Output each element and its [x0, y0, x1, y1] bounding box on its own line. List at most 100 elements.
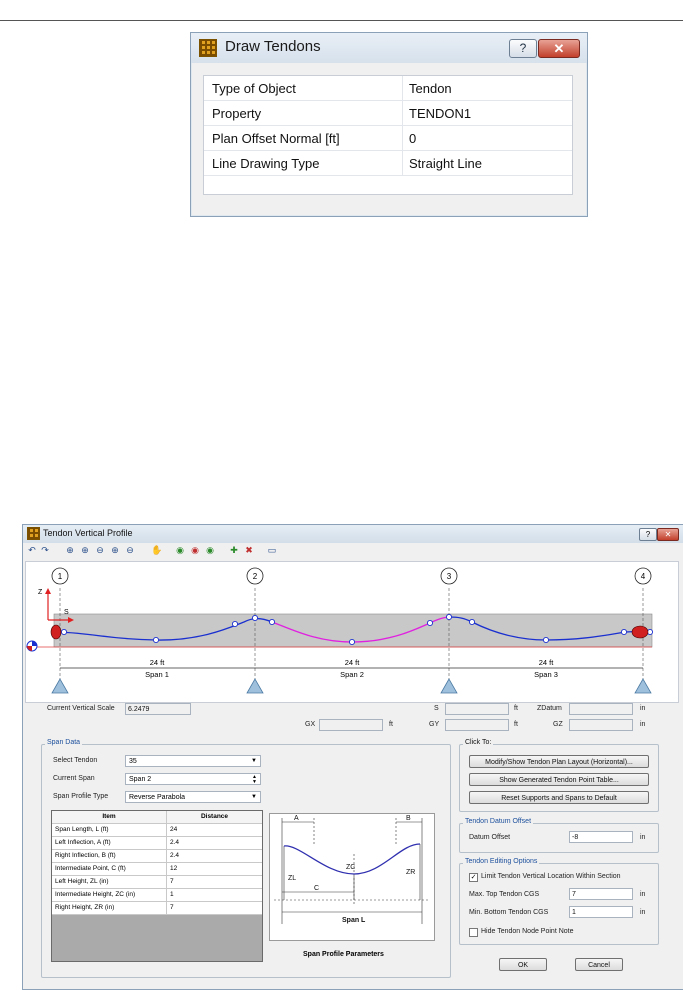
min-cgs-input[interactable]: 1 — [569, 906, 633, 918]
property-value[interactable]: TENDON1 — [409, 106, 471, 121]
s-label: S — [434, 705, 439, 712]
spinner-arrows-icon[interactable]: ▲ ▼ — [252, 775, 257, 785]
datum-offset-unit: in — [640, 834, 646, 841]
gz-unit: in — [640, 721, 646, 728]
hide-node-note-checkbox[interactable] — [469, 928, 478, 937]
view-icon-3[interactable]: ◉ — [205, 545, 215, 555]
dim-l-label: Span L — [342, 917, 366, 924]
current-span-label: Current Span — [53, 775, 95, 782]
reset-supports-button[interactable]: Reset Supports and Spans to Default — [469, 791, 649, 804]
column-header: Item — [102, 813, 116, 820]
support-icon[interactable] — [51, 678, 69, 694]
diagram-caption: Span Profile Parameters — [303, 951, 384, 958]
dim-zc-label: ZC — [346, 864, 355, 871]
close-button[interactable]: ✕ — [538, 39, 580, 58]
redo-icon[interactable]: ↷ — [40, 545, 50, 555]
grid-label: 1 — [58, 572, 63, 581]
datum-offset-title: Tendon Datum Offset — [463, 818, 534, 825]
add-point-icon[interactable]: ✚ — [229, 545, 239, 555]
property-row[interactable]: Property TENDON1 — [204, 101, 572, 126]
grid-label: 2 — [253, 572, 258, 581]
app-icon — [27, 527, 40, 540]
span-length-label: 24 ft — [150, 658, 166, 667]
hide-node-note-label: Hide Tendon Node Point Note — [481, 928, 574, 935]
left-anchor — [50, 624, 62, 640]
refresh-icon[interactable]: ▭ — [267, 545, 277, 555]
property-value[interactable]: Straight Line — [409, 156, 482, 171]
zoom-in-icon[interactable]: ⊕ — [65, 545, 75, 555]
dialog-title: Draw Tendons — [225, 38, 321, 55]
zdatum-label: ZDatum — [537, 705, 562, 712]
plan-layout-button[interactable]: Modify/Show Tendon Plan Layout (Horizont… — [469, 755, 649, 768]
gx-label: GX — [305, 721, 316, 728]
table-row[interactable]: Right Inflection, B (ft) 2.4 — [52, 850, 262, 863]
table-row[interactable]: Right Height, ZR (in) 7 — [52, 902, 262, 915]
property-key: Plan Offset Normal [ft] — [212, 131, 340, 146]
help-button[interactable]: ? — [639, 528, 657, 541]
property-row[interactable]: Plan Offset Normal [ft] 0 — [204, 126, 572, 151]
current-span-spinner[interactable]: Span 2 ▲ ▼ — [125, 773, 261, 785]
draw-tendons-dialog: Draw Tendons ? ✕ Type of Object Tendon P… — [190, 32, 588, 217]
table-row[interactable]: Left Height, ZL (in) 7 — [52, 876, 262, 889]
view-icon-2[interactable]: ◉ — [190, 545, 200, 555]
vertical-scale-field: 6.2479 — [125, 703, 191, 715]
click-to-title: Click To: — [463, 739, 494, 746]
property-row[interactable]: Type of Object Tendon — [204, 76, 572, 101]
max-cgs-unit: in — [640, 891, 646, 898]
view-icon-1[interactable]: ◉ — [175, 545, 185, 555]
right-anchor — [631, 625, 649, 639]
axis-s-label: S — [64, 609, 69, 616]
table-row[interactable]: Left Inflection, A (ft) 2.4 — [52, 837, 262, 850]
dim-zr-label: ZR — [406, 869, 415, 876]
close-button[interactable]: ✕ — [657, 528, 679, 541]
tendon-vertical-profile-dialog: Tendon Vertical Profile ? ✕ ↶ ↷ ⊕ ⊕ ⊖ ⊕ … — [22, 524, 683, 990]
undo-icon[interactable]: ↶ — [27, 545, 37, 555]
dim-zl-label: ZL — [288, 875, 296, 882]
cancel-button[interactable]: Cancel — [575, 958, 623, 971]
min-cgs-label: Min. Bottom Tendon CGS — [469, 909, 549, 916]
gz-field — [569, 719, 633, 731]
zoom-window-icon[interactable]: ⊕ — [80, 545, 90, 555]
profile-type-dropdown[interactable]: Reverse Parabola ▼ — [125, 791, 261, 803]
support-icon[interactable] — [634, 678, 652, 694]
property-value[interactable]: Tendon — [409, 81, 452, 96]
span-name-label: Span 2 — [340, 670, 364, 679]
title-bar[interactable]: Draw Tendons ? ✕ — [191, 33, 587, 63]
gy-field — [445, 719, 509, 731]
max-cgs-input[interactable]: 7 — [569, 888, 633, 900]
property-value[interactable]: 0 — [409, 131, 416, 146]
help-button[interactable]: ? — [509, 39, 537, 58]
dialog-title: Tendon Vertical Profile — [43, 528, 133, 538]
zoom-extents-icon[interactable]: ⊖ — [125, 545, 135, 555]
support-icon[interactable] — [440, 678, 458, 694]
zoom-prev-icon[interactable]: ⊕ — [110, 545, 120, 555]
gx-field — [319, 719, 383, 731]
dim-b-label: B — [406, 815, 411, 822]
editing-options-title: Tendon Editing Options — [463, 858, 540, 865]
property-row[interactable]: Line Drawing Type Straight Line — [204, 151, 572, 176]
datum-offset-input[interactable]: -8 — [569, 831, 633, 843]
delete-point-icon[interactable]: ✖ — [244, 545, 254, 555]
zdatum-unit: in — [640, 705, 646, 712]
point-table-button[interactable]: Show Generated Tendon Point Table... — [469, 773, 649, 786]
table-row[interactable]: Intermediate Height, ZC (in) 1 — [52, 889, 262, 902]
select-tendon-dropdown[interactable]: 35 ▼ — [125, 755, 261, 767]
pan-icon[interactable]: ✋ — [151, 545, 162, 555]
span-length-label: 24 ft — [345, 658, 361, 667]
table-row[interactable]: Intermediate Point, C (ft) 12 — [52, 863, 262, 876]
limit-location-checkbox[interactable]: ✓ — [469, 873, 478, 882]
tendon-profile-drawing: 1 2 3 4 Z S 24 ft 24 ft 24 ft Span 1 Spa… — [26, 567, 654, 694]
support-icon[interactable] — [246, 678, 264, 694]
datum-offset-label: Datum Offset — [469, 834, 511, 841]
table-row[interactable]: Span Length, L (ft) 24 — [52, 824, 262, 837]
ok-button[interactable]: OK — [499, 958, 547, 971]
zdatum-field — [569, 703, 633, 715]
gx-unit: ft — [389, 721, 393, 728]
profile-canvas[interactable]: 1 2 3 4 Z S 24 ft 24 ft 24 ft Span 1 Spa… — [25, 561, 679, 703]
app-icon — [199, 39, 217, 57]
table-header: Item Distance — [52, 811, 262, 824]
title-bar[interactable]: Tendon Vertical Profile ? ✕ — [23, 525, 683, 543]
grid-label: 4 — [641, 572, 646, 581]
zoom-out-icon[interactable]: ⊖ — [95, 545, 105, 555]
property-key: Line Drawing Type — [212, 156, 320, 171]
